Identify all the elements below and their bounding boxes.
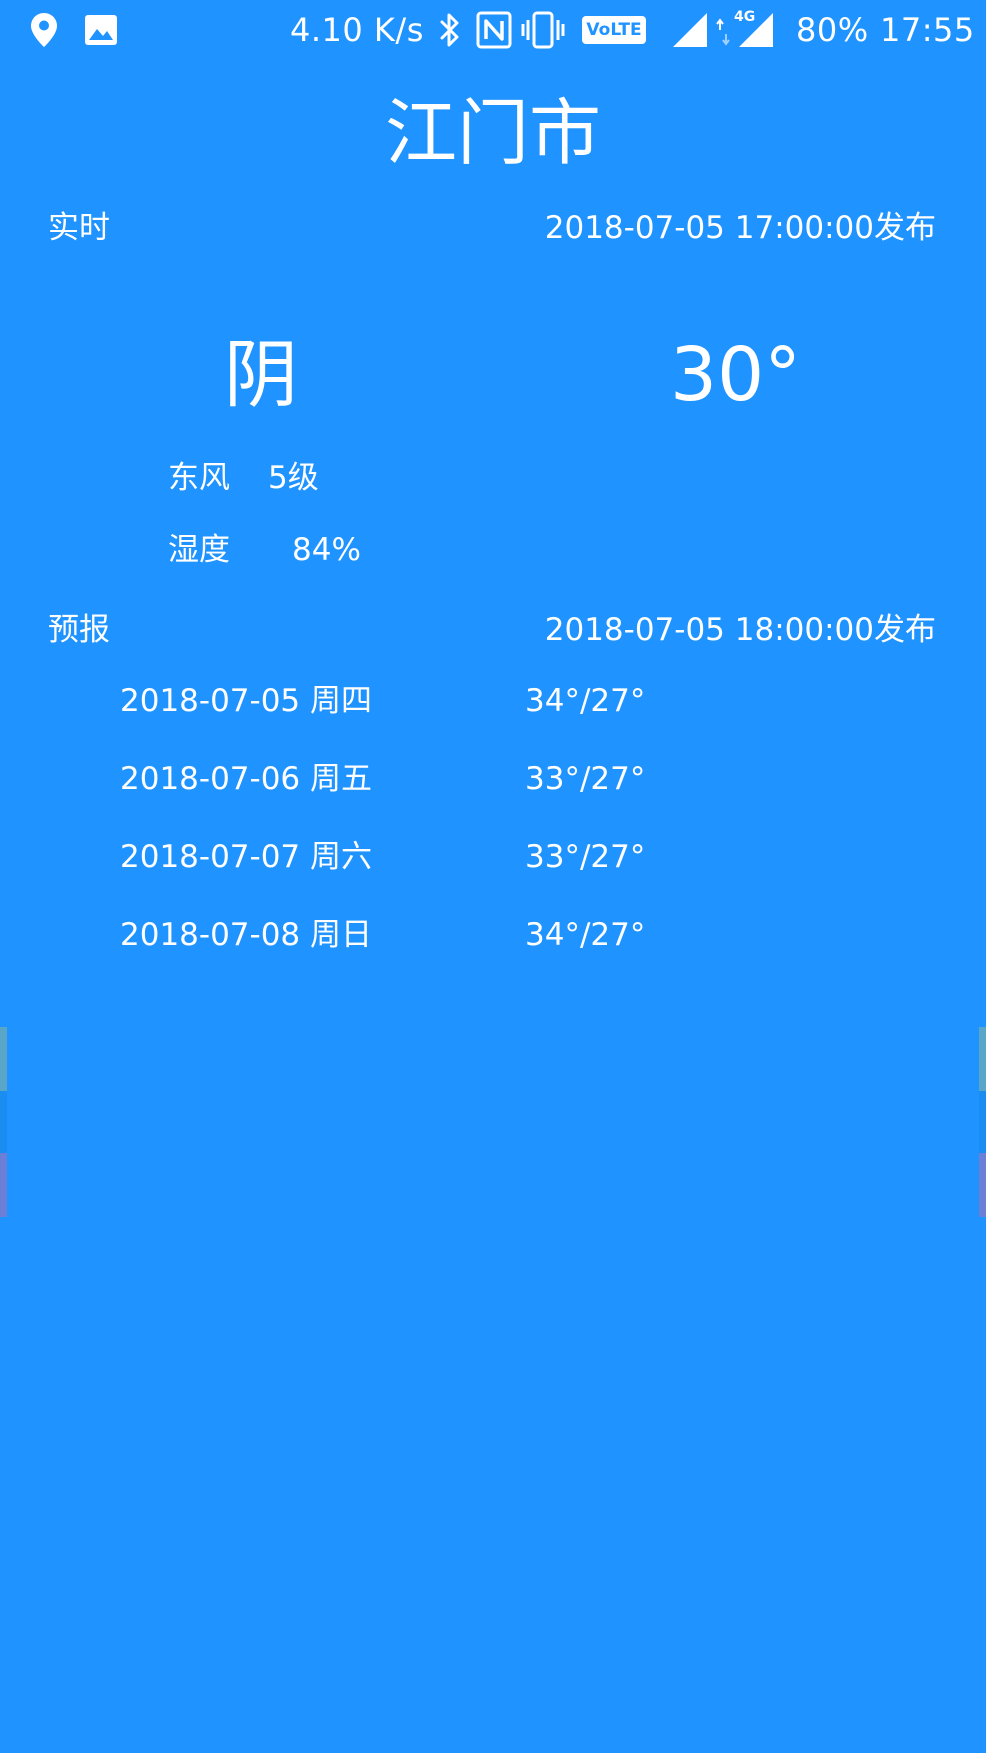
wind-direction: 东风 bbox=[168, 460, 230, 496]
forecast-temp: 34°/27° bbox=[525, 917, 646, 953]
forecast-date: 2018-07-08 周日 bbox=[120, 917, 373, 953]
forecast-row: 2018-07-08 周日 34°/27° bbox=[0, 910, 986, 960]
vibrate-icon bbox=[521, 11, 565, 49]
bluetooth-icon bbox=[440, 13, 459, 47]
forecast-row: 2018-07-05 周四 34°/27° bbox=[0, 676, 986, 726]
current-temperature: 30° bbox=[670, 332, 802, 418]
forecast-temp: 33°/27° bbox=[525, 839, 646, 875]
forecast-temp: 34°/27° bbox=[525, 683, 646, 719]
forecast-label: 预报 bbox=[48, 612, 110, 648]
forecast-temp: 33°/27° bbox=[525, 761, 646, 797]
nfc-icon bbox=[476, 11, 512, 49]
weather-condition: 阴 bbox=[224, 332, 298, 418]
signal-4g-icon: 4G bbox=[716, 8, 778, 48]
city-title: 江门市 bbox=[384, 91, 601, 175]
left-edge-handle[interactable] bbox=[0, 1027, 7, 1217]
forecast-date: 2018-07-06 周五 bbox=[120, 761, 373, 797]
volte-icon: VoLTE bbox=[582, 16, 646, 44]
signal-icon bbox=[673, 13, 707, 47]
clock: 17:55 bbox=[880, 11, 975, 49]
forecast-row: 2018-07-07 周六 33°/27° bbox=[0, 832, 986, 882]
realtime-label: 实时 bbox=[48, 210, 110, 246]
humidity-label: 湿度 bbox=[168, 532, 230, 568]
image-icon bbox=[85, 15, 117, 45]
status-bar: 4.10 K/s VoLTE 4G 80% 17:55 bbox=[0, 0, 986, 60]
volte-label: VoLTE bbox=[586, 20, 642, 40]
realtime-published-time: 2018-07-05 17:00:00发布 bbox=[544, 210, 936, 246]
forecast-published-time: 2018-07-05 18:00:00发布 bbox=[544, 612, 936, 648]
forecast-date: 2018-07-07 周六 bbox=[120, 839, 373, 875]
battery-percent: 80% bbox=[796, 11, 869, 49]
right-edge-handle[interactable] bbox=[979, 1027, 986, 1217]
forecast-row: 2018-07-06 周五 33°/27° bbox=[0, 754, 986, 804]
wind-level: 5级 bbox=[268, 460, 319, 496]
forecast-date: 2018-07-05 周四 bbox=[120, 683, 373, 719]
network-speed: 4.10 K/s bbox=[290, 11, 424, 49]
location-icon bbox=[31, 13, 57, 47]
humidity-value: 84% bbox=[292, 532, 361, 568]
